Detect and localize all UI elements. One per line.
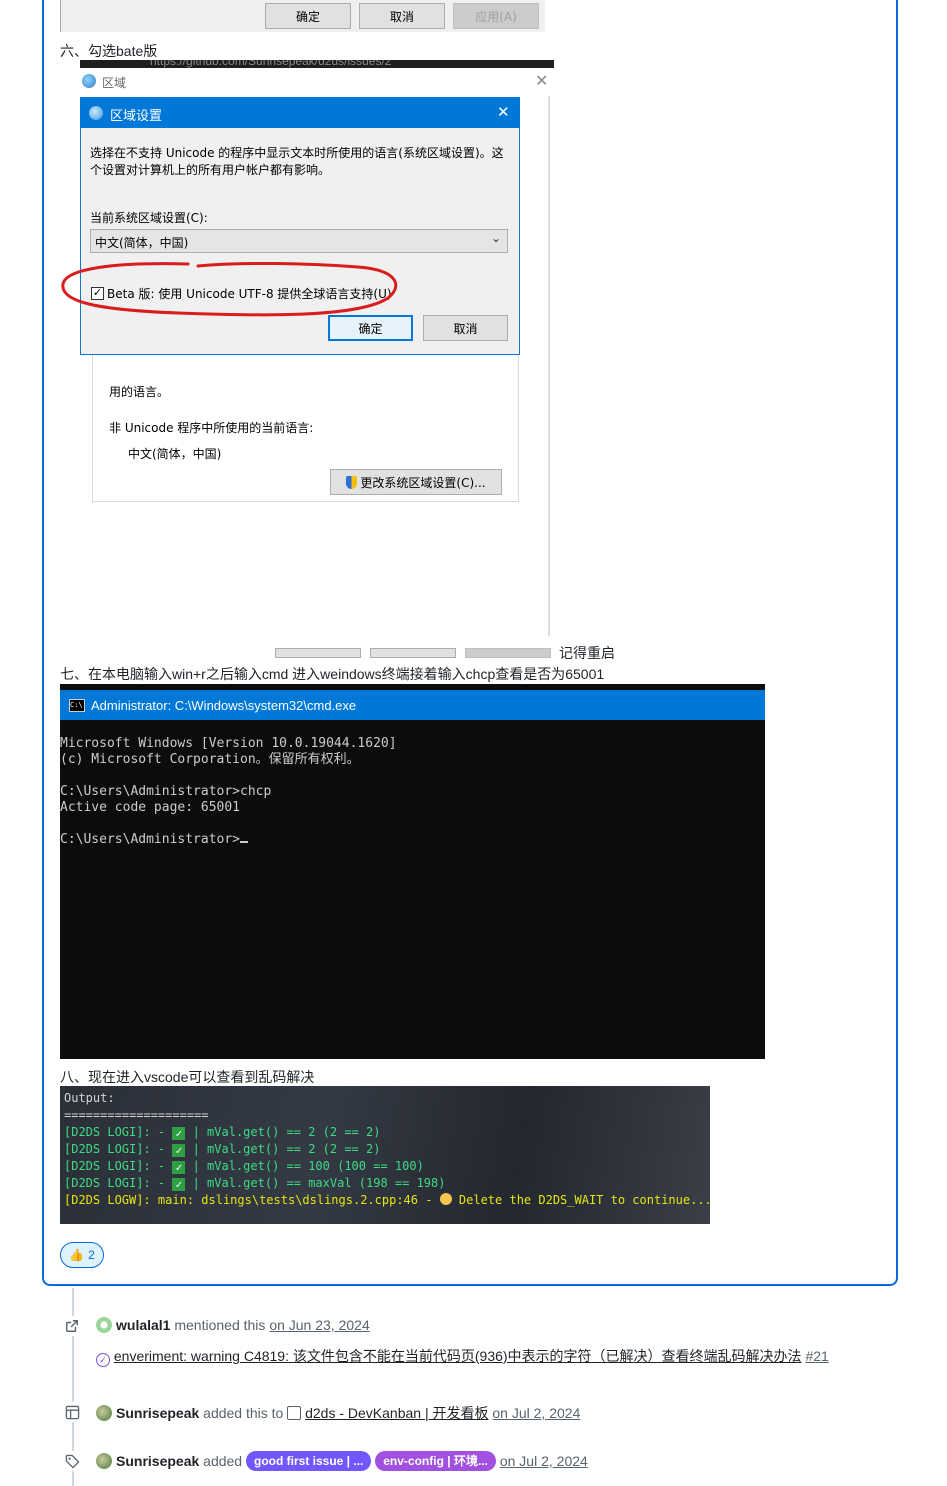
timeline-event-labels: Sunrisepeak added good first issue | ...… xyxy=(96,1451,588,1471)
output-divider: ==================== xyxy=(64,1108,209,1122)
red-highlight-annotation xyxy=(61,261,398,317)
terminal-cursor xyxy=(240,841,249,843)
region-settings-titlebar: 区域设置 ✕ xyxy=(81,98,519,128)
cmd-terminal: C:\ Administrator: C:\Windows\system32\c… xyxy=(60,684,765,1059)
description-line-1: 选择在不支持 Unicode 的程序中显示文本时所使用的语言(系统区域设置)。这 xyxy=(90,146,504,160)
terminal-line: Active code page: 65001 xyxy=(60,800,241,815)
avatar[interactable] xyxy=(96,1317,112,1333)
terminal-titlebar: C:\ Administrator: C:\Windows\system32\c… xyxy=(60,690,765,720)
restart-note: 记得重启 xyxy=(559,645,615,661)
label-env-config[interactable]: env-config | 环境... xyxy=(375,1451,496,1471)
thumbs-up-icon: 👍 xyxy=(69,1248,85,1262)
label-good-first-issue[interactable]: good first issue | ... xyxy=(245,1451,372,1471)
user-link[interactable]: Sunrisepeak xyxy=(116,1453,199,1469)
change-locale-button[interactable]: 更改系统区域设置(C)... xyxy=(330,469,502,495)
apply-button[interactable]: 应用(A) xyxy=(453,3,539,29)
ok-button[interactable]: 确定 xyxy=(265,3,351,29)
user-link[interactable]: Sunrisepeak xyxy=(116,1405,199,1421)
current-locale-label: 当前系统区域设置(C): xyxy=(90,211,208,225)
event-date-link[interactable]: on Jun 23, 2024 xyxy=(269,1317,369,1333)
event-action: mentioned this xyxy=(174,1317,266,1333)
step-eight-text: 八、现在进入vscode可以查看到乱码解决 xyxy=(60,1069,315,1085)
referenced-issue-number[interactable]: #21 xyxy=(805,1348,828,1364)
vscode-output-text: Output: ==================== [D2DS LOGI]… xyxy=(64,1090,712,1209)
terminal-line: C:\Users\Administrator> xyxy=(60,832,241,847)
close-icon[interactable]: ✕ xyxy=(535,71,548,91)
cancel-button[interactable]: 取消 xyxy=(359,3,445,29)
region-window-titlebar: 区域 ✕ xyxy=(80,68,554,96)
log-line: | mVal.get() == maxVal (198 == 198) xyxy=(185,1176,446,1190)
region-window-title: 区域 xyxy=(102,76,127,90)
terminal-line: C:\Users\Administrator>chcp xyxy=(60,784,272,799)
locale-select-value: 中文(简体，中国) xyxy=(95,236,189,250)
close-icon[interactable]: ✕ xyxy=(497,103,510,121)
browser-strip: https://github.com/Sunrisepeak/d2ds/issu… xyxy=(80,60,554,68)
output-header: Output: xyxy=(64,1091,115,1105)
globe-icon xyxy=(82,74,96,88)
description-line-2: 个设置对计算机上的所有用户帐户都有影响。 xyxy=(90,163,331,177)
globe-icon xyxy=(89,106,103,120)
cmd-icon: C:\ xyxy=(69,698,85,712)
project-table-icon xyxy=(62,1402,82,1422)
referenced-issue: ✓ enveriment: warning C4819: 该文件包含不能在当前代… xyxy=(96,1346,829,1367)
timeline-event-mention: wulalal1 mentioned this on Jun 23, 2024 xyxy=(96,1317,370,1333)
shield-icon xyxy=(346,475,358,489)
avatar[interactable] xyxy=(96,1405,112,1421)
user-link[interactable]: wulalal1 xyxy=(116,1317,170,1333)
right-scroll-edge xyxy=(548,96,550,636)
vscode-output-panel: Output: ==================== [D2DS LOGI]… xyxy=(60,1086,712,1224)
behind-url: https://github.com/Sunrisepeak/d2ds/issu… xyxy=(150,60,392,68)
terminal-output: Microsoft Windows [Version 10.0.19044.16… xyxy=(60,720,397,848)
top-dialog-fragment: 确定 取消 应用(A) xyxy=(60,0,545,32)
check-icon: ✓ xyxy=(172,1178,186,1191)
bottom-buttons-fragment xyxy=(275,648,551,658)
check-icon: ✓ xyxy=(172,1161,186,1174)
partial-text: 用的语言。 xyxy=(109,385,170,399)
locale-select[interactable]: 中文(简体，中国) ⌄ xyxy=(90,229,508,253)
log-prefix: [D2DS LOGI]: - xyxy=(64,1159,173,1173)
warn-message: Delete the D2DS_WAIT to continue... xyxy=(451,1193,712,1207)
terminal-line: (c) Microsoft Corporation。保留所有权利。 xyxy=(60,752,360,767)
cross-reference-icon xyxy=(62,1316,82,1336)
event-date-link[interactable]: on Jul 2, 2024 xyxy=(492,1405,580,1421)
referenced-issue-title[interactable]: enveriment: warning C4819: 该文件包含不能在当前代码页… xyxy=(114,1348,802,1364)
issue-closed-icon: ✓ xyxy=(96,1353,110,1367)
timeline-event-project: Sunrisepeak added this to d2ds - DevKanb… xyxy=(96,1403,580,1423)
tag-icon xyxy=(62,1451,82,1471)
check-icon: ✓ xyxy=(172,1127,186,1140)
terminal-line: Microsoft Windows [Version 10.0.19044.16… xyxy=(60,736,397,751)
terminal-title: Administrator: C:\Windows\system32\cmd.e… xyxy=(91,697,357,713)
log-line: | mVal.get() == 100 (100 == 100) xyxy=(185,1159,424,1173)
event-action: added this to xyxy=(203,1405,284,1421)
log-prefix: [D2DS LOGI]: - xyxy=(64,1176,173,1190)
table-icon xyxy=(287,1406,302,1420)
region-settings-title: 区域设置 xyxy=(110,109,163,124)
project-link[interactable]: d2ds - DevKanban | 开发看板 xyxy=(305,1405,488,1421)
thumbs-up-reaction[interactable]: 👍 2 xyxy=(60,1242,104,1268)
event-date-link[interactable]: on Jul 2, 2024 xyxy=(500,1453,588,1469)
chevron-down-icon: ⌄ xyxy=(491,231,502,245)
avatar[interactable] xyxy=(96,1453,112,1469)
current-language-value: 中文(简体，中国) xyxy=(128,447,222,461)
step-seven-text: 七、在本电脑输入win+r之后输入cmd 进入weindows终端接着输入chc… xyxy=(60,666,605,682)
cancel-button[interactable]: 取消 xyxy=(423,315,508,341)
reaction-count: 2 xyxy=(88,1248,95,1262)
log-line: | mVal.get() == 2 (2 == 2) xyxy=(185,1142,381,1156)
warn-prefix: [D2DS LOGW]: main: dslings\tests\dslings… xyxy=(64,1193,440,1207)
hand-icon xyxy=(439,1193,452,1205)
non-unicode-label: 非 Unicode 程序中所使用的当前语言: xyxy=(109,421,314,435)
log-prefix: [D2DS LOGI]: - xyxy=(64,1125,173,1139)
event-action: added xyxy=(203,1453,243,1469)
change-locale-label: 更改系统区域设置(C)... xyxy=(360,475,486,490)
step-six-text: 六、勾选bate版 xyxy=(60,43,158,59)
check-icon: ✓ xyxy=(172,1144,186,1157)
log-prefix: [D2DS LOGI]: - xyxy=(64,1142,173,1156)
log-line: | mVal.get() == 2 (2 == 2) xyxy=(185,1125,381,1139)
